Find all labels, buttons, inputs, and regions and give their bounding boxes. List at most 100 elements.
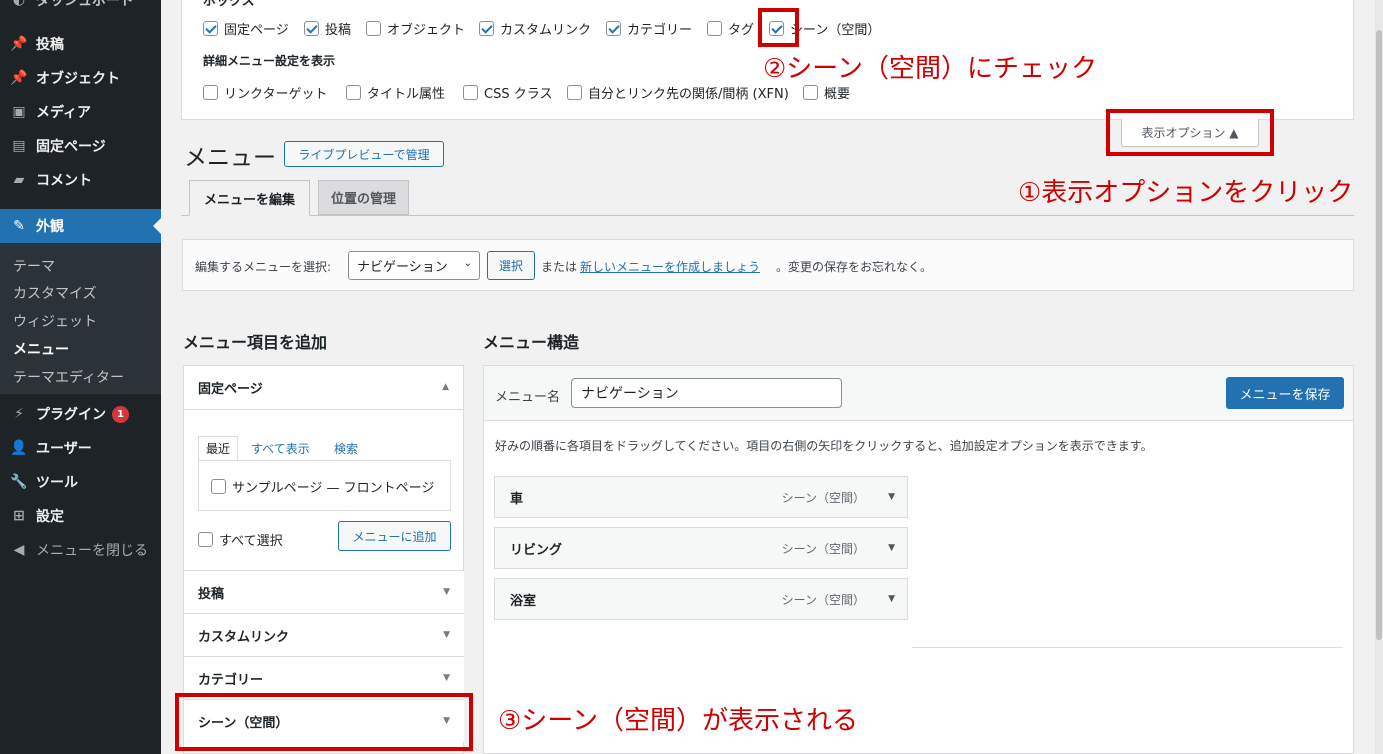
menu-item-car[interactable]: 車 シーン（空間） ▼ <box>494 476 908 518</box>
select-menu-label: 編集するメニューを選択: <box>195 260 332 274</box>
checkbox[interactable] <box>203 85 218 100</box>
checkbox[interactable] <box>203 21 218 36</box>
admin-sidebar: ◐ ダッシュボード 📌 投稿 📌 オブジェクト ▣ メディア ▤ 固定ページ ▰… <box>0 0 161 754</box>
scrollbar-thumb[interactable] <box>1376 30 1382 640</box>
advanced-heading: 詳細メニュー設定を表示 <box>203 54 336 68</box>
tab-recent[interactable]: 最近 <box>198 436 238 461</box>
tab-divider <box>181 215 1354 216</box>
add-to-menu-button[interactable]: メニューに追加 <box>338 521 451 551</box>
structure-heading: メニュー構造 <box>483 333 580 352</box>
expand-arrow-icon[interactable]: ▼ <box>888 594 895 604</box>
adv-option-xfn[interactable]: 自分とリンク先の関係/間柄 (XFN) <box>567 83 789 102</box>
sidebar-item-settings[interactable]: ⊞ 設定 <box>0 499 161 533</box>
tab-manage-locations[interactable]: 位置の管理 <box>318 180 409 215</box>
expand-arrow-icon: ▼ <box>443 587 450 597</box>
adv-option-title-attr[interactable]: タイトル属性 <box>346 83 445 102</box>
submenu-customize[interactable]: カスタマイズ <box>13 283 97 303</box>
save-reminder-text: 。変更の保存をお忘れなく。 <box>776 260 933 274</box>
media-icon: ▣ <box>12 104 26 120</box>
sidebar-item-users[interactable]: 👤 ユーザー <box>0 431 161 465</box>
or-text: または <box>541 260 578 274</box>
menu-item-living[interactable]: リビング シーン（空間） ▼ <box>494 527 908 569</box>
checkbox[interactable] <box>463 85 478 100</box>
box-option-posts[interactable]: 投稿 <box>304 19 351 38</box>
checkbox[interactable] <box>567 85 582 100</box>
submenu-widgets[interactable]: ウィジェット <box>13 311 97 331</box>
section-custom-links-header[interactable]: カスタムリンク ▼ <box>184 613 464 656</box>
adv-option-link-target[interactable]: リンクターゲット <box>203 83 327 102</box>
adv-option-css-classes[interactable]: CSS クラス <box>463 83 552 102</box>
box-option-custom-links[interactable]: カスタムリンク <box>479 19 591 38</box>
submenu-menus[interactable]: メニュー <box>13 339 69 359</box>
sidebar-collapse[interactable]: ◀ メニューを閉じる <box>0 533 161 567</box>
annotation-box-screen-options <box>1106 109 1274 156</box>
adv-option-description[interactable]: 概要 <box>803 83 850 102</box>
annotation-step2: ②シーン（空間）にチェック <box>763 54 1098 84</box>
appearance-submenu: テーマ カスタマイズ ウィジェット メニュー テーマエディター <box>0 243 161 394</box>
section-pages-header[interactable]: 固定ページ ▲ <box>184 366 463 410</box>
checkbox[interactable] <box>198 532 213 547</box>
user-icon: 👤 <box>10 440 28 456</box>
box-option-objects[interactable]: オブジェクト <box>366 19 465 38</box>
collapse-icon: ◀ <box>13 542 25 558</box>
checkbox[interactable] <box>366 21 381 36</box>
page-item-sample[interactable]: サンプルページ — フロントページ <box>211 477 434 496</box>
checkbox[interactable] <box>803 85 818 100</box>
tab-search[interactable]: 検索 <box>334 440 358 457</box>
create-menu-link[interactable]: 新しいメニューを作成しましょう <box>580 258 760 275</box>
drag-instructions: 好みの順番に各項目をドラッグしてください。項目の右側の矢印をクリックすると、追加… <box>495 439 1153 453</box>
settings-icon: ⊞ <box>13 508 25 524</box>
annotation-box-scene-section <box>175 693 473 751</box>
sidebar-item-posts[interactable]: 📌 投稿 <box>0 27 161 61</box>
tab-edit-menus[interactable]: メニューを編集 <box>189 180 310 216</box>
checkbox[interactable] <box>304 21 319 36</box>
checkbox[interactable] <box>606 21 621 36</box>
menu-name-input[interactable]: ナビゲーション <box>571 378 842 408</box>
live-preview-button[interactable]: ライブプレビューで管理 <box>284 141 444 167</box>
scrollbar[interactable] <box>1375 0 1383 754</box>
active-indicator <box>153 218 161 234</box>
add-items-heading: メニュー項目を追加 <box>183 333 328 352</box>
sidebar-item-dashboard[interactable]: ◐ ダッシュボード <box>0 0 161 14</box>
box-option-categories[interactable]: カテゴリー <box>606 19 692 38</box>
dashboard-icon: ◐ <box>12 0 26 8</box>
sidebar-item-objects[interactable]: 📌 オブジェクト <box>0 61 161 95</box>
sidebar-item-plugins[interactable]: ⚡ プラグイン 1 <box>0 397 161 431</box>
chevron-down-icon: ⌄ <box>463 258 472 269</box>
sidebar-item-pages[interactable]: ▤ 固定ページ <box>0 129 161 163</box>
pin-icon: 📌 <box>10 70 28 86</box>
submenu-theme-editor[interactable]: テーマエディター <box>13 367 124 387</box>
boxes-heading: ボックス <box>203 0 255 9</box>
checkbox[interactable] <box>211 479 226 494</box>
annotation-step1: ①表示オプションをクリック <box>1018 178 1354 208</box>
structure-divider <box>912 647 1343 648</box>
annotation-step3: ③シーン（空間）が表示される <box>498 706 859 736</box>
submenu-themes[interactable]: テーマ <box>13 256 55 276</box>
tab-view-all[interactable]: すべて表示 <box>251 440 310 457</box>
comment-icon: ▰ <box>13 172 25 188</box>
select-button[interactable]: 選択 <box>487 251 535 280</box>
section-posts-header[interactable]: 投稿 ▼ <box>184 570 464 613</box>
box-option-tags[interactable]: タグ <box>707 19 754 38</box>
box-option-pages[interactable]: 固定ページ <box>203 19 289 38</box>
expand-arrow-icon[interactable]: ▼ <box>888 543 895 553</box>
sidebar-item-tools[interactable]: 🔧 ツール <box>0 465 161 499</box>
checkbox[interactable] <box>707 21 722 36</box>
annotation-box-scene-checkbox <box>758 8 799 47</box>
expand-arrow-icon[interactable]: ▼ <box>888 492 895 502</box>
page-title: メニュー <box>184 145 276 171</box>
sidebar-item-appearance[interactable]: ✎ 外観 <box>0 209 161 243</box>
collapse-arrow-icon: ▲ <box>442 382 449 392</box>
menu-name-label: メニュー名 <box>495 390 561 405</box>
menu-select-dropdown[interactable]: ナビゲーション ⌄ <box>348 251 480 280</box>
sidebar-item-media[interactable]: ▣ メディア <box>0 95 161 129</box>
menu-item-bathroom[interactable]: 浴室 シーン（空間） ▼ <box>494 578 908 620</box>
sidebar-item-comments[interactable]: ▰ コメント <box>0 163 161 197</box>
save-menu-button[interactable]: メニューを保存 <box>1226 377 1344 409</box>
page-checklist: サンプルページ — フロントページ <box>198 460 451 511</box>
checkbox[interactable] <box>346 85 361 100</box>
select-all-checkbox[interactable]: すべて選択 <box>198 530 283 549</box>
checkbox[interactable] <box>479 21 494 36</box>
expand-arrow-icon: ▼ <box>443 630 450 640</box>
wrench-icon: 🔧 <box>10 474 28 490</box>
